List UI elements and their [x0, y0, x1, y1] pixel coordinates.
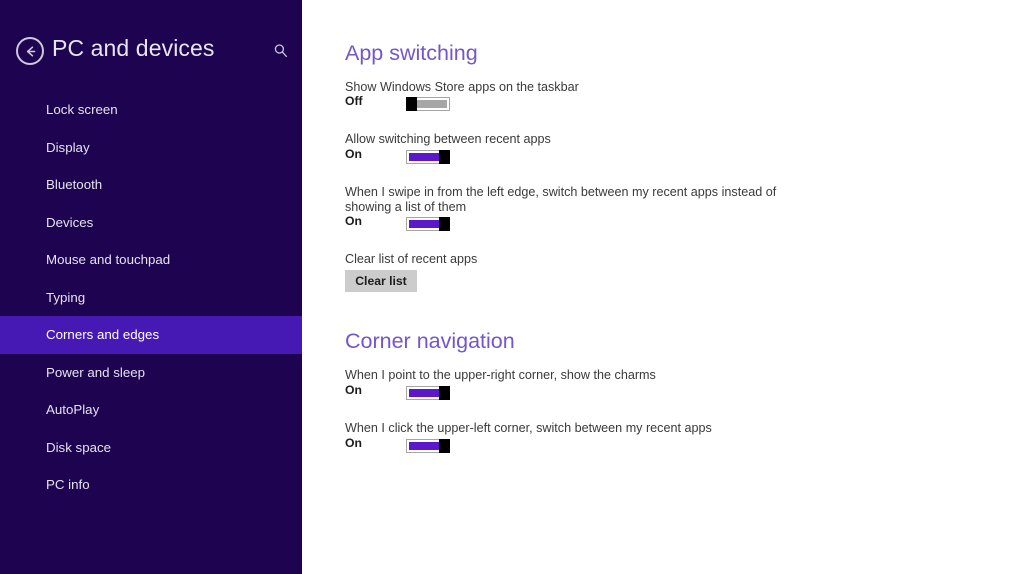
- sidebar-item-pc-info[interactable]: PC info: [0, 466, 302, 504]
- toggle-thumb: [439, 439, 450, 453]
- sidebar-item-typing[interactable]: Typing: [0, 279, 302, 317]
- toggle-thumb: [439, 386, 450, 400]
- toggle-switch[interactable]: [406, 217, 450, 231]
- sidebar-header: PC and devices: [0, 32, 302, 76]
- toggle-state-label: On: [345, 214, 362, 228]
- toggle-thumb: [439, 150, 450, 164]
- toggle-switch[interactable]: [406, 386, 450, 400]
- toggle-state-label: On: [345, 383, 362, 397]
- sidebar-item-label: Disk space: [46, 439, 112, 455]
- toggle-state-label: On: [345, 436, 362, 450]
- back-arrow-icon[interactable]: [16, 37, 44, 65]
- sidebar-item-power-and-sleep[interactable]: Power and sleep: [0, 354, 302, 392]
- page-title: PC and devices: [52, 35, 215, 61]
- sidebar-item-devices[interactable]: Devices: [0, 204, 302, 242]
- sidebar-item-disk-space[interactable]: Disk space: [0, 429, 302, 467]
- setting-label: When I swipe in from the left edge, swit…: [345, 185, 777, 214]
- setting-label: Clear list of recent apps: [345, 252, 478, 266]
- settings-sidebar: PC and devices Lock screen Display Bluetoo…: [0, 0, 302, 574]
- sidebar-item-mouse-and-touchpad[interactable]: Mouse and touchpad: [0, 241, 302, 279]
- sidebar-nav-list: Lock screen Display Bluetooth Devices Mouse …: [0, 91, 302, 504]
- toggle-state-label: Off: [345, 94, 363, 108]
- sidebar-item-label: PC info: [46, 477, 90, 493]
- settings-main-pane: App switching Show Windows Store apps on …: [302, 0, 1024, 574]
- section-heading-corner-navigation: Corner navigation: [345, 329, 515, 353]
- sidebar-item-display[interactable]: Display: [0, 129, 302, 167]
- toggle-switch[interactable]: [406, 150, 450, 164]
- sidebar-item-label: Display: [46, 139, 90, 155]
- toggle-state-label: On: [345, 147, 362, 161]
- setting-label: Allow switching between recent apps: [345, 132, 551, 146]
- sidebar-item-label: Devices: [46, 214, 94, 230]
- sidebar-item-label: Bluetooth: [46, 177, 103, 193]
- toggle-switch[interactable]: [406, 97, 450, 111]
- sidebar-item-label: Power and sleep: [46, 364, 146, 380]
- setting-label: When I point to the upper-right corner, …: [345, 368, 656, 382]
- sidebar-item-label: Typing: [46, 289, 86, 305]
- section-heading-app-switching: App switching: [345, 41, 478, 65]
- toggle-switch[interactable]: [406, 439, 450, 453]
- setting-label: When I click the upper-left corner, swit…: [345, 421, 712, 435]
- toggle-thumb: [439, 217, 450, 231]
- sidebar-item-label: Corners and edges: [46, 327, 160, 343]
- setting-label: Show Windows Store apps on the taskbar: [345, 80, 579, 94]
- sidebar-item-label: Mouse and touchpad: [46, 252, 171, 268]
- sidebar-item-label: Lock screen: [46, 102, 118, 118]
- sidebar-item-autoplay[interactable]: AutoPlay: [0, 391, 302, 429]
- sidebar-item-corners-and-edges[interactable]: Corners and edges: [0, 316, 302, 354]
- sidebar-item-lock-screen[interactable]: Lock screen: [0, 91, 302, 129]
- toggle-thumb: [406, 97, 417, 111]
- sidebar-item-bluetooth[interactable]: Bluetooth: [0, 166, 302, 204]
- clear-list-button[interactable]: Clear list: [345, 270, 417, 292]
- search-icon[interactable]: [270, 40, 292, 62]
- sidebar-item-label: AutoPlay: [46, 402, 100, 418]
